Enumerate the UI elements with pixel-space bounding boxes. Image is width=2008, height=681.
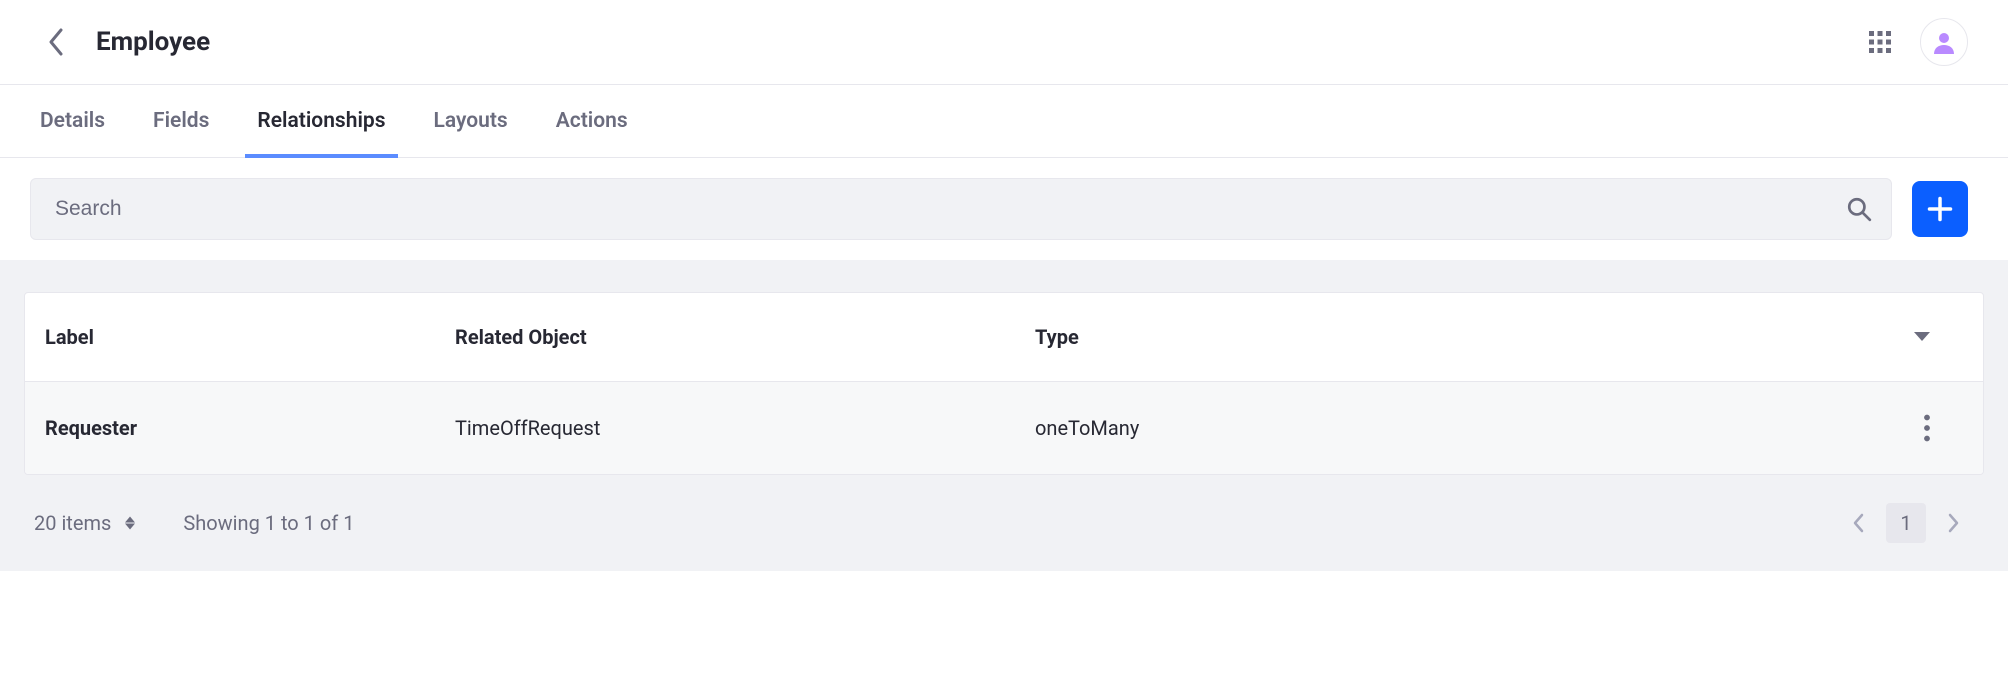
- tabs: Details Fields Relationships Layouts Act…: [0, 85, 2008, 158]
- table-header-row: Label Related Object Type: [25, 293, 1983, 382]
- footer-left: 20 items Showing 1 to 1 of 1: [34, 511, 354, 535]
- chevron-left-icon: [1852, 513, 1864, 533]
- pager-page-current[interactable]: 1: [1886, 503, 1926, 543]
- range-text: Showing 1 to 1 of 1: [183, 511, 354, 535]
- kebab-icon: [1923, 414, 1931, 442]
- tab-fields[interactable]: Fields: [153, 85, 209, 157]
- page-size-selector[interactable]: 20 items: [34, 511, 135, 535]
- add-button[interactable]: [1912, 181, 1968, 237]
- chevron-left-icon: [47, 28, 65, 56]
- caret-down-icon: [1913, 331, 1931, 343]
- content-area: Label Related Object Type Requester Time…: [0, 260, 2008, 571]
- grid-icon: [1868, 30, 1892, 54]
- table-row[interactable]: Requester TimeOffRequest oneToMany: [25, 382, 1983, 474]
- col-header-related-object[interactable]: Related Object: [435, 293, 1015, 381]
- relationships-table: Label Related Object Type Requester Time…: [24, 292, 1984, 475]
- sort-icon: [125, 516, 135, 530]
- header-dropdown-toggle[interactable]: [1913, 331, 1931, 343]
- col-header-label[interactable]: Label: [25, 293, 435, 381]
- user-avatar[interactable]: [1920, 18, 1968, 66]
- cell-type: oneToMany: [1015, 384, 1465, 472]
- pager-prev[interactable]: [1838, 503, 1878, 543]
- col-header-actions: [1465, 299, 1983, 375]
- cell-label: Requester: [25, 384, 435, 472]
- tab-details[interactable]: Details: [40, 85, 105, 157]
- top-bar-right: [1864, 18, 1968, 66]
- pager: 1: [1838, 503, 1974, 543]
- search-input[interactable]: [30, 178, 1892, 240]
- cell-actions: [1465, 382, 1983, 474]
- search-icon: [1846, 196, 1872, 222]
- cell-related-object: TimeOffRequest: [435, 384, 1015, 472]
- tab-relationships[interactable]: Relationships: [257, 85, 385, 157]
- user-icon: [1932, 30, 1956, 54]
- top-bar-left: Employee: [40, 26, 210, 58]
- page-title: Employee: [96, 27, 210, 57]
- plus-icon: [1926, 195, 1954, 223]
- chevron-right-icon: [1948, 513, 1960, 533]
- table-footer: 20 items Showing 1 to 1 of 1 1: [24, 475, 1984, 543]
- toolbar: [0, 158, 2008, 260]
- tab-actions[interactable]: Actions: [556, 85, 628, 157]
- search-wrapper: [30, 178, 1892, 240]
- col-header-type[interactable]: Type: [1015, 293, 1465, 381]
- tab-layouts[interactable]: Layouts: [434, 85, 508, 157]
- top-bar: Employee: [0, 0, 2008, 85]
- pager-next[interactable]: [1934, 503, 1974, 543]
- row-actions-button[interactable]: [1923, 414, 1931, 442]
- apps-menu-button[interactable]: [1864, 26, 1896, 58]
- back-button[interactable]: [40, 26, 72, 58]
- page-size-label: 20 items: [34, 511, 111, 535]
